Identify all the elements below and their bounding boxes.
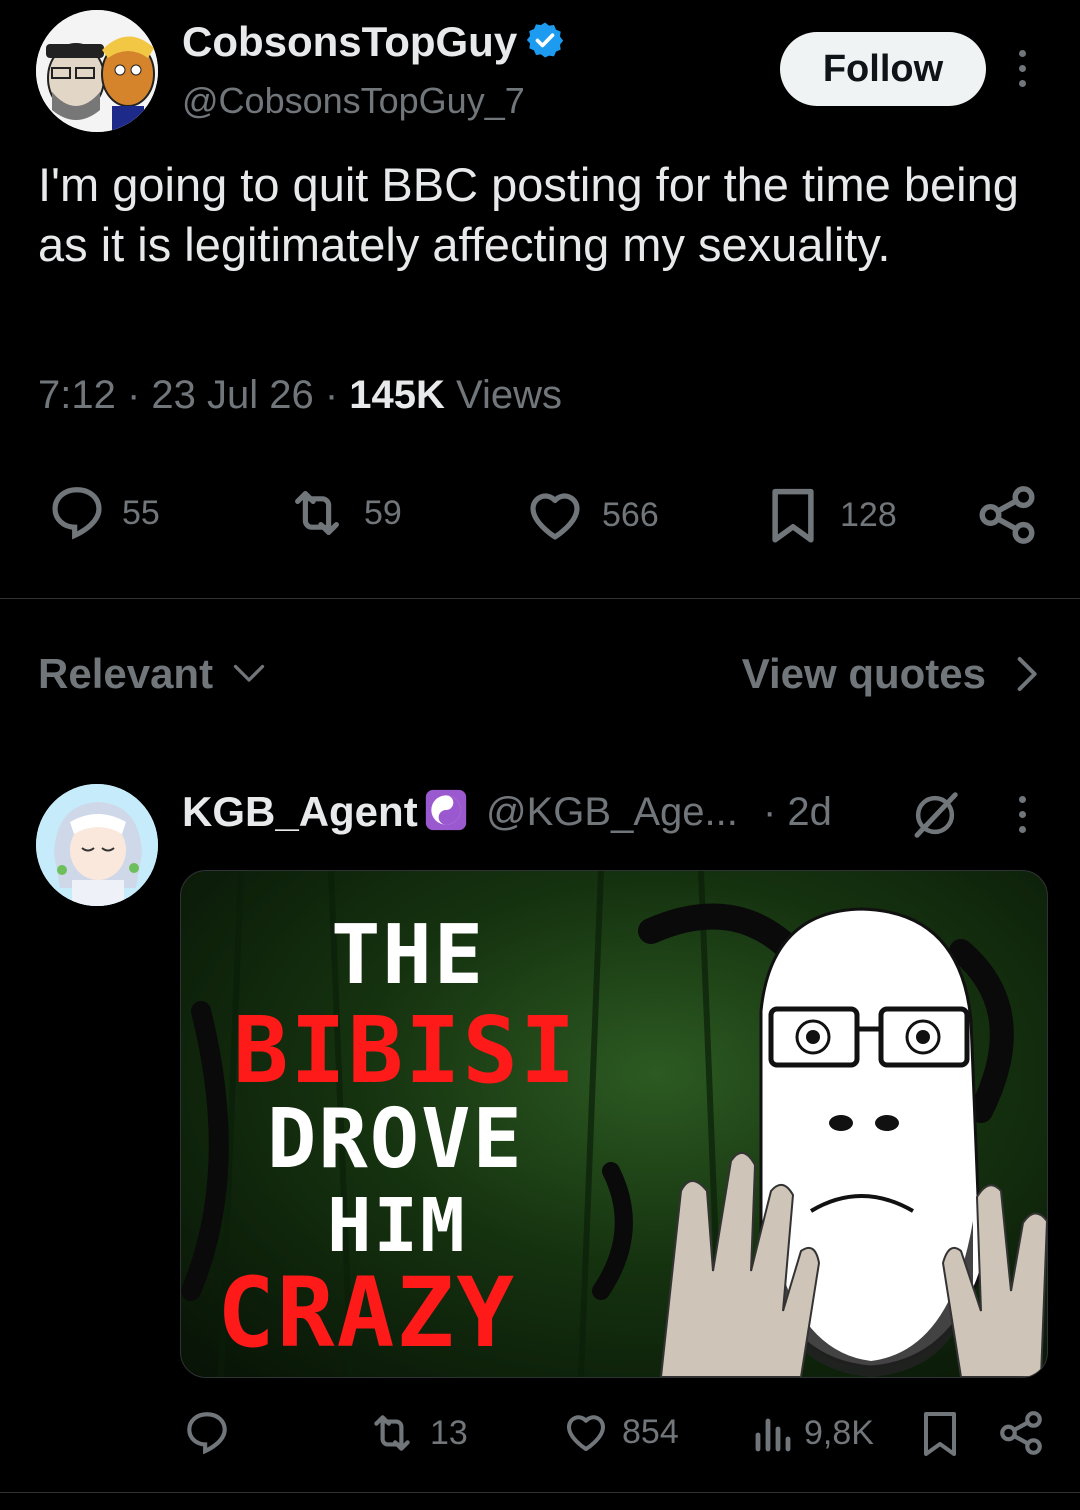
meme-line-bibisi: BIBISI [233, 997, 578, 1104]
reply-share-icon[interactable] [996, 1406, 1046, 1465]
reply-media-image[interactable]: THE BIBISI DROVE HIM CRAZY [180, 870, 1048, 1378]
yin-yang-icon [424, 788, 468, 842]
tweet-time[interactable]: 7:12 [38, 373, 116, 417]
author-avatar[interactable] [36, 10, 158, 132]
meme-line-crazy: CRAZY [217, 1257, 516, 1369]
reply-views-count: 9,8K [804, 1413, 874, 1452]
reply-repost-button[interactable]: 13 [366, 1408, 468, 1458]
more-icon[interactable] [1012, 50, 1032, 87]
bottom-divider [0, 1492, 1080, 1493]
grok-icon[interactable] [908, 788, 962, 847]
reply-repost-count: 13 [430, 1413, 468, 1452]
repost-icon [295, 491, 339, 535]
views-icon [755, 1418, 791, 1452]
wojak-face-illustration [659, 907, 1047, 1377]
reply-reply-button[interactable] [182, 1408, 232, 1458]
tweet-date[interactable]: 23 Jul 26 [151, 373, 313, 417]
meme-line-drove: DROVE [267, 1092, 524, 1187]
bookmark-count: 128 [840, 495, 897, 534]
reply-bookmark-icon[interactable] [916, 1406, 964, 1467]
reply-author-name[interactable]: KGB_Agent [182, 788, 468, 842]
chevron-down-icon [233, 664, 265, 682]
like-button[interactable]: 566 [522, 484, 659, 546]
like-icon [566, 1415, 606, 1451]
reply-time[interactable]: 2d [787, 790, 832, 834]
share-icon[interactable] [974, 482, 1040, 553]
views-label: Views [456, 373, 563, 417]
reply-avatar[interactable] [36, 784, 158, 906]
like-icon [530, 493, 580, 540]
tweet-text: I'm going to quit BBC posting for the ti… [38, 158, 1032, 271]
view-quotes-label: View quotes [741, 650, 986, 697]
verified-badge-icon [525, 20, 565, 70]
reply-like-count: 854 [622, 1412, 679, 1451]
bookmark-icon [772, 488, 814, 543]
reply-views-button[interactable]: 9,8K [752, 1408, 874, 1458]
repost-count: 59 [364, 493, 402, 532]
reply-more-icon[interactable] [1012, 796, 1032, 833]
views-count: 145K [349, 373, 445, 417]
like-count: 566 [602, 495, 659, 534]
reply-handle-time: @KGB_Age... · 2d [486, 790, 832, 834]
view-quotes-link[interactable]: View quotes [742, 650, 1040, 698]
reply-author-handle[interactable]: @KGB_Age... [486, 790, 738, 834]
tweet-meta: 7:12 · 23 Jul 26 · 145K Views [38, 373, 563, 417]
chevron-right-icon [1017, 657, 1037, 691]
author-handle[interactable]: @CobsonsTopGuy_7 [182, 80, 525, 122]
bookmark-button[interactable]: 128 [760, 482, 897, 548]
reply-author-name-text[interactable]: KGB_Agent [182, 788, 418, 835]
reply-button[interactable]: 55 [46, 482, 160, 544]
author-name-text[interactable]: CobsonsTopGuy [182, 18, 517, 65]
sort-label: Relevant [38, 650, 214, 697]
author-name[interactable]: CobsonsTopGuy [182, 18, 565, 70]
reply-like-button[interactable]: 854 [562, 1408, 679, 1456]
meme-line-the: THE [331, 908, 486, 1003]
reply-icon [187, 1412, 227, 1455]
reply-avatar-image [36, 784, 158, 906]
sort-dropdown[interactable]: Relevant [38, 650, 267, 698]
author-avatar-image [36, 10, 158, 132]
meme-line-him: HIM [327, 1183, 467, 1269]
reply-icon [52, 487, 102, 540]
repost-button[interactable]: 59 [284, 482, 402, 544]
repost-icon [374, 1415, 410, 1451]
reply-count: 55 [122, 493, 160, 532]
divider [0, 598, 1080, 599]
follow-button[interactable]: Follow [780, 32, 986, 106]
